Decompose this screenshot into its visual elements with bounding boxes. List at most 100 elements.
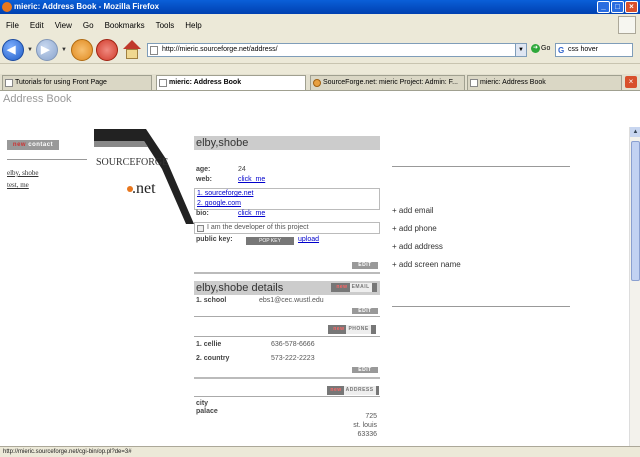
divider (194, 272, 380, 274)
new-badge: new (330, 387, 342, 393)
maximize-button[interactable]: □ (611, 1, 624, 13)
minimize-button[interactable]: _ (597, 1, 610, 13)
web-click-me-link[interactable]: click_me (238, 176, 265, 183)
stop-button[interactable] (96, 39, 118, 61)
address-type-label: city (196, 400, 209, 407)
search-input[interactable]: G css hover (555, 43, 633, 57)
add-email-link[interactable]: + add email (392, 206, 434, 215)
status-bar: http://mieric.sourceforge.net/cgi-bin/op… (0, 446, 640, 457)
go-button[interactable]: ➜ Go (531, 44, 550, 53)
edit-card-button[interactable]: EDIT (352, 262, 378, 269)
address-line: 63336 (357, 431, 377, 438)
bio-text: I am the developer of this project (207, 224, 309, 231)
scroll-thumb[interactable] (631, 141, 640, 281)
divider (392, 306, 570, 307)
email-label: EMAIL (349, 283, 372, 292)
menu-help[interactable]: Help (185, 21, 201, 30)
address-line: st. louis (353, 422, 377, 429)
divider (392, 166, 570, 167)
menu-tools[interactable]: Tools (156, 21, 175, 30)
tab-label: Tutorials for using Front Page (15, 79, 107, 86)
page-icon (159, 79, 167, 87)
menu-go[interactable]: Go (83, 21, 94, 30)
contact-link-test-me[interactable]: test, me (7, 181, 29, 189)
upload-link[interactable]: upload (298, 236, 319, 243)
web-links-box: 1. sourceforge.net 2. google.com (194, 188, 380, 210)
phone-value: 636-578-6666 (271, 341, 315, 348)
back-button[interactable]: ◀ (2, 39, 24, 61)
bio-box: I am the developer of this project (194, 222, 380, 234)
reload-button[interactable] (71, 39, 93, 61)
page-content: Address Book new contact elby, shobe tes… (0, 91, 640, 446)
sourceforge-icon (313, 79, 321, 87)
divider (194, 377, 380, 379)
add-phone-link[interactable]: + add phone (392, 224, 437, 233)
title-bar: mieric: Address Book - Mozilla Firefox _… (0, 0, 640, 14)
google-icon: G (558, 46, 565, 55)
new-address-button[interactable]: new ADDRESS (327, 386, 379, 395)
forward-arrow-icon: ▶ (41, 44, 50, 56)
url-text: http://mieric.sourceforge.net/address/ (162, 46, 278, 53)
add-address-link[interactable]: + add address (392, 242, 443, 251)
window-title: mieric: Address Book - Mozilla Firefox (14, 2, 160, 11)
throbber-icon (618, 16, 636, 34)
go-label: Go (541, 45, 551, 52)
logo-line1: SOURCEFORGE (96, 157, 168, 168)
bio-click-me-link[interactable]: click_me (238, 210, 265, 217)
new-badge: new (12, 142, 27, 148)
search-text: css hover (568, 46, 598, 53)
divider (194, 336, 380, 337)
age-label: age: (196, 166, 211, 173)
new-badge: new (336, 284, 348, 290)
tab-address-book[interactable]: mieric: Address Book (156, 75, 306, 90)
menu-file[interactable]: File (6, 21, 19, 30)
back-arrow-icon: ◀ (7, 44, 16, 56)
tab-tutorials[interactable]: Tutorials for using Front Page (2, 75, 152, 90)
contact-link-elby-shobe[interactable]: elby, shobe (7, 169, 38, 177)
go-arrow-icon: ➜ (531, 44, 540, 53)
edit-phone-button[interactable]: EDIT (352, 367, 378, 373)
phone-label: PHONE (346, 325, 371, 334)
close-button[interactable]: × (625, 1, 638, 13)
forward-history-dropdown-icon[interactable]: ▼ (61, 47, 67, 53)
tab-label: SourceForge.net: mieric Project: Admin: … (323, 79, 458, 86)
image-icon (197, 225, 204, 232)
tab-sourceforge-admin[interactable]: SourceForge.net: mieric Project: Admin: … (310, 75, 465, 90)
close-tab-icon[interactable]: × (625, 76, 637, 88)
page-icon (470, 79, 478, 87)
tab-bar: Tutorials for using Front Page mieric: A… (0, 74, 640, 91)
scroll-up-icon[interactable]: ▲ (630, 127, 640, 137)
bio-label: bio: (196, 210, 209, 217)
page-icon (150, 46, 158, 55)
new-phone-button[interactable]: new PHONE (328, 325, 376, 334)
navigation-toolbar: ◀ ▼ ▶ ▼ http://mieric.sourceforge.net/ad… (0, 36, 640, 64)
menu-view[interactable]: View (55, 21, 72, 30)
menu-bookmarks[interactable]: Bookmarks (105, 21, 145, 30)
details-title: elby,shobe details (196, 282, 284, 294)
sourceforge-logo: SOURCEFORGE .net (94, 129, 194, 224)
details-header: elby,shobe details new EMAIL (194, 281, 380, 295)
new-email-button[interactable]: new EMAIL (331, 283, 377, 292)
address-line: 725 (365, 413, 377, 420)
divider (194, 396, 380, 397)
pop-key-button[interactable]: POP KEY (246, 237, 294, 245)
new-contact-button[interactable]: new contact (7, 140, 59, 150)
divider (7, 159, 87, 160)
url-bar[interactable]: http://mieric.sourceforge.net/address/ ▼ (147, 43, 527, 57)
home-button[interactable] (121, 39, 143, 61)
home-icon (123, 40, 141, 49)
back-history-dropdown-icon[interactable]: ▼ (27, 47, 33, 53)
url-dropdown-icon[interactable]: ▼ (515, 44, 526, 56)
link-google[interactable]: 2. google.com (197, 200, 241, 207)
link-sourceforge[interactable]: 1. sourceforge.net (197, 190, 253, 197)
forward-button[interactable]: ▶ (36, 39, 58, 61)
edit-email-button[interactable]: EDIT (352, 308, 378, 314)
add-screen-name-link[interactable]: + add screen name (392, 260, 461, 269)
contact-name: elby,shobe (194, 136, 380, 150)
web-label: web: (196, 176, 212, 183)
email-value: ebs1@cec.wustl.edu (259, 297, 324, 304)
tab-address-book-2[interactable]: mieric: Address Book (467, 75, 622, 90)
menu-edit[interactable]: Edit (30, 21, 44, 30)
vertical-scrollbar[interactable]: ▲ (629, 127, 640, 446)
new-badge: new (333, 326, 345, 332)
